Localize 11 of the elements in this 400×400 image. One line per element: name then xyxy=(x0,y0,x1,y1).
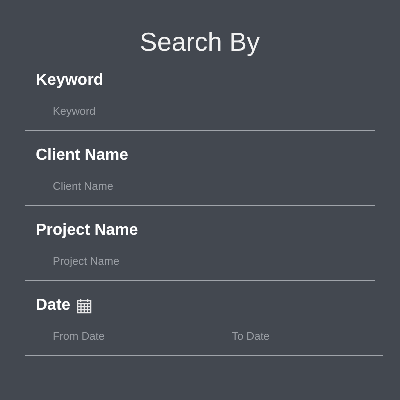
input-field[interactable]: Client Name xyxy=(25,181,375,206)
input-field[interactable]: Project Name xyxy=(25,256,375,281)
input-field[interactable]: To Date xyxy=(204,331,383,356)
field-label: Date xyxy=(36,297,71,315)
input-field[interactable]: From Date xyxy=(25,331,204,356)
field-label: Project Name xyxy=(36,222,138,240)
input-field[interactable]: Keyword xyxy=(25,106,375,131)
field-label: Client Name xyxy=(36,147,128,165)
field-label: Keyword xyxy=(36,72,104,90)
page-title: Search By xyxy=(139,26,261,58)
calendar-icon xyxy=(76,298,92,314)
